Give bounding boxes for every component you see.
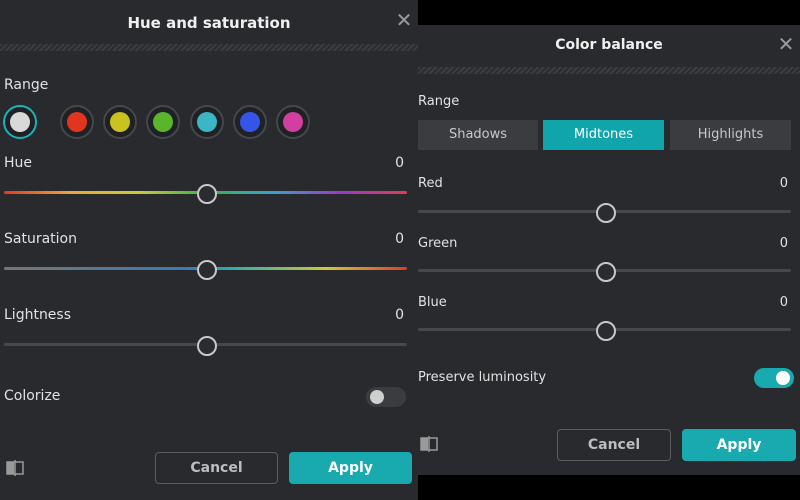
preserve-luminosity-label: Preserve luminosity (418, 370, 547, 385)
hue-saturation-panel: Hue and saturation ✕ Range Hue 0 Saturat… (0, 0, 418, 500)
header-divider (418, 67, 800, 74)
lightness-slider[interactable] (4, 335, 407, 356)
swatch-blue-color (240, 112, 260, 132)
tab-highlights[interactable]: Highlights (670, 120, 791, 150)
saturation-label: Saturation (4, 231, 77, 247)
close-icon[interactable]: ✕ (394, 10, 414, 30)
header-divider (0, 44, 418, 51)
swatch-green[interactable] (146, 105, 180, 139)
panel-title: Color balance (555, 37, 663, 53)
swatch-green-color (153, 112, 173, 132)
hue-slider[interactable] (4, 183, 407, 204)
toggle-knob (776, 371, 790, 385)
lightness-label: Lightness (4, 307, 72, 323)
red-label: Red (418, 176, 443, 191)
range-label: Range (4, 77, 49, 93)
toggle-knob (370, 390, 384, 404)
colorize-toggle[interactable] (366, 387, 406, 407)
range-label: Range (418, 94, 460, 109)
apply-button[interactable]: Apply (682, 429, 796, 461)
tab-shadows[interactable]: Shadows (418, 120, 538, 150)
hue-slider-handle[interactable] (196, 184, 217, 204)
compare-icon[interactable] (420, 436, 438, 452)
hue-saturation-header: Hue and saturation ✕ (0, 0, 418, 44)
panel-title: Hue and saturation (127, 14, 291, 32)
blue-slider[interactable] (418, 320, 791, 341)
swatch-all-color (10, 112, 30, 132)
compare-icon[interactable] (6, 460, 24, 476)
cancel-button[interactable]: Cancel (557, 429, 671, 461)
swatch-red[interactable] (60, 105, 94, 139)
swatch-cyan[interactable] (190, 105, 224, 139)
blue-slider-handle[interactable] (595, 321, 616, 341)
saturation-value: 0 (395, 231, 404, 247)
preserve-luminosity-toggle[interactable] (754, 368, 794, 388)
blue-value: 0 (779, 295, 788, 310)
green-slider[interactable] (418, 261, 791, 282)
color-balance-panel: Color balance ✕ Range Shadows Midtones H… (418, 25, 800, 475)
swatch-red-color (67, 112, 87, 132)
red-slider[interactable] (418, 202, 791, 223)
lightness-value: 0 (395, 307, 404, 323)
green-label: Green (418, 236, 458, 251)
colorize-label: Colorize (4, 388, 61, 404)
close-icon[interactable]: ✕ (776, 34, 796, 54)
range-tabs: Shadows Midtones Highlights (418, 120, 791, 150)
saturation-slider-handle[interactable] (196, 260, 217, 280)
hue-label: Hue (4, 155, 33, 171)
green-slider-handle[interactable] (595, 262, 616, 282)
cancel-button[interactable]: Cancel (155, 452, 278, 484)
green-value: 0 (779, 236, 788, 251)
lightness-slider-handle[interactable] (196, 336, 217, 356)
swatch-cyan-color (197, 112, 217, 132)
blue-label: Blue (418, 295, 447, 310)
apply-button[interactable]: Apply (289, 452, 412, 484)
tab-midtones[interactable]: Midtones (543, 120, 664, 150)
swatch-all[interactable] (3, 105, 37, 139)
swatch-yellow-color (110, 112, 130, 132)
swatch-blue[interactable] (233, 105, 267, 139)
swatch-magenta[interactable] (276, 105, 310, 139)
hue-value: 0 (395, 155, 404, 171)
swatch-yellow[interactable] (103, 105, 137, 139)
red-value: 0 (779, 176, 788, 191)
red-slider-handle[interactable] (595, 203, 616, 223)
swatch-magenta-color (283, 112, 303, 132)
color-balance-header: Color balance ✕ (418, 25, 800, 67)
saturation-slider[interactable] (4, 259, 407, 280)
